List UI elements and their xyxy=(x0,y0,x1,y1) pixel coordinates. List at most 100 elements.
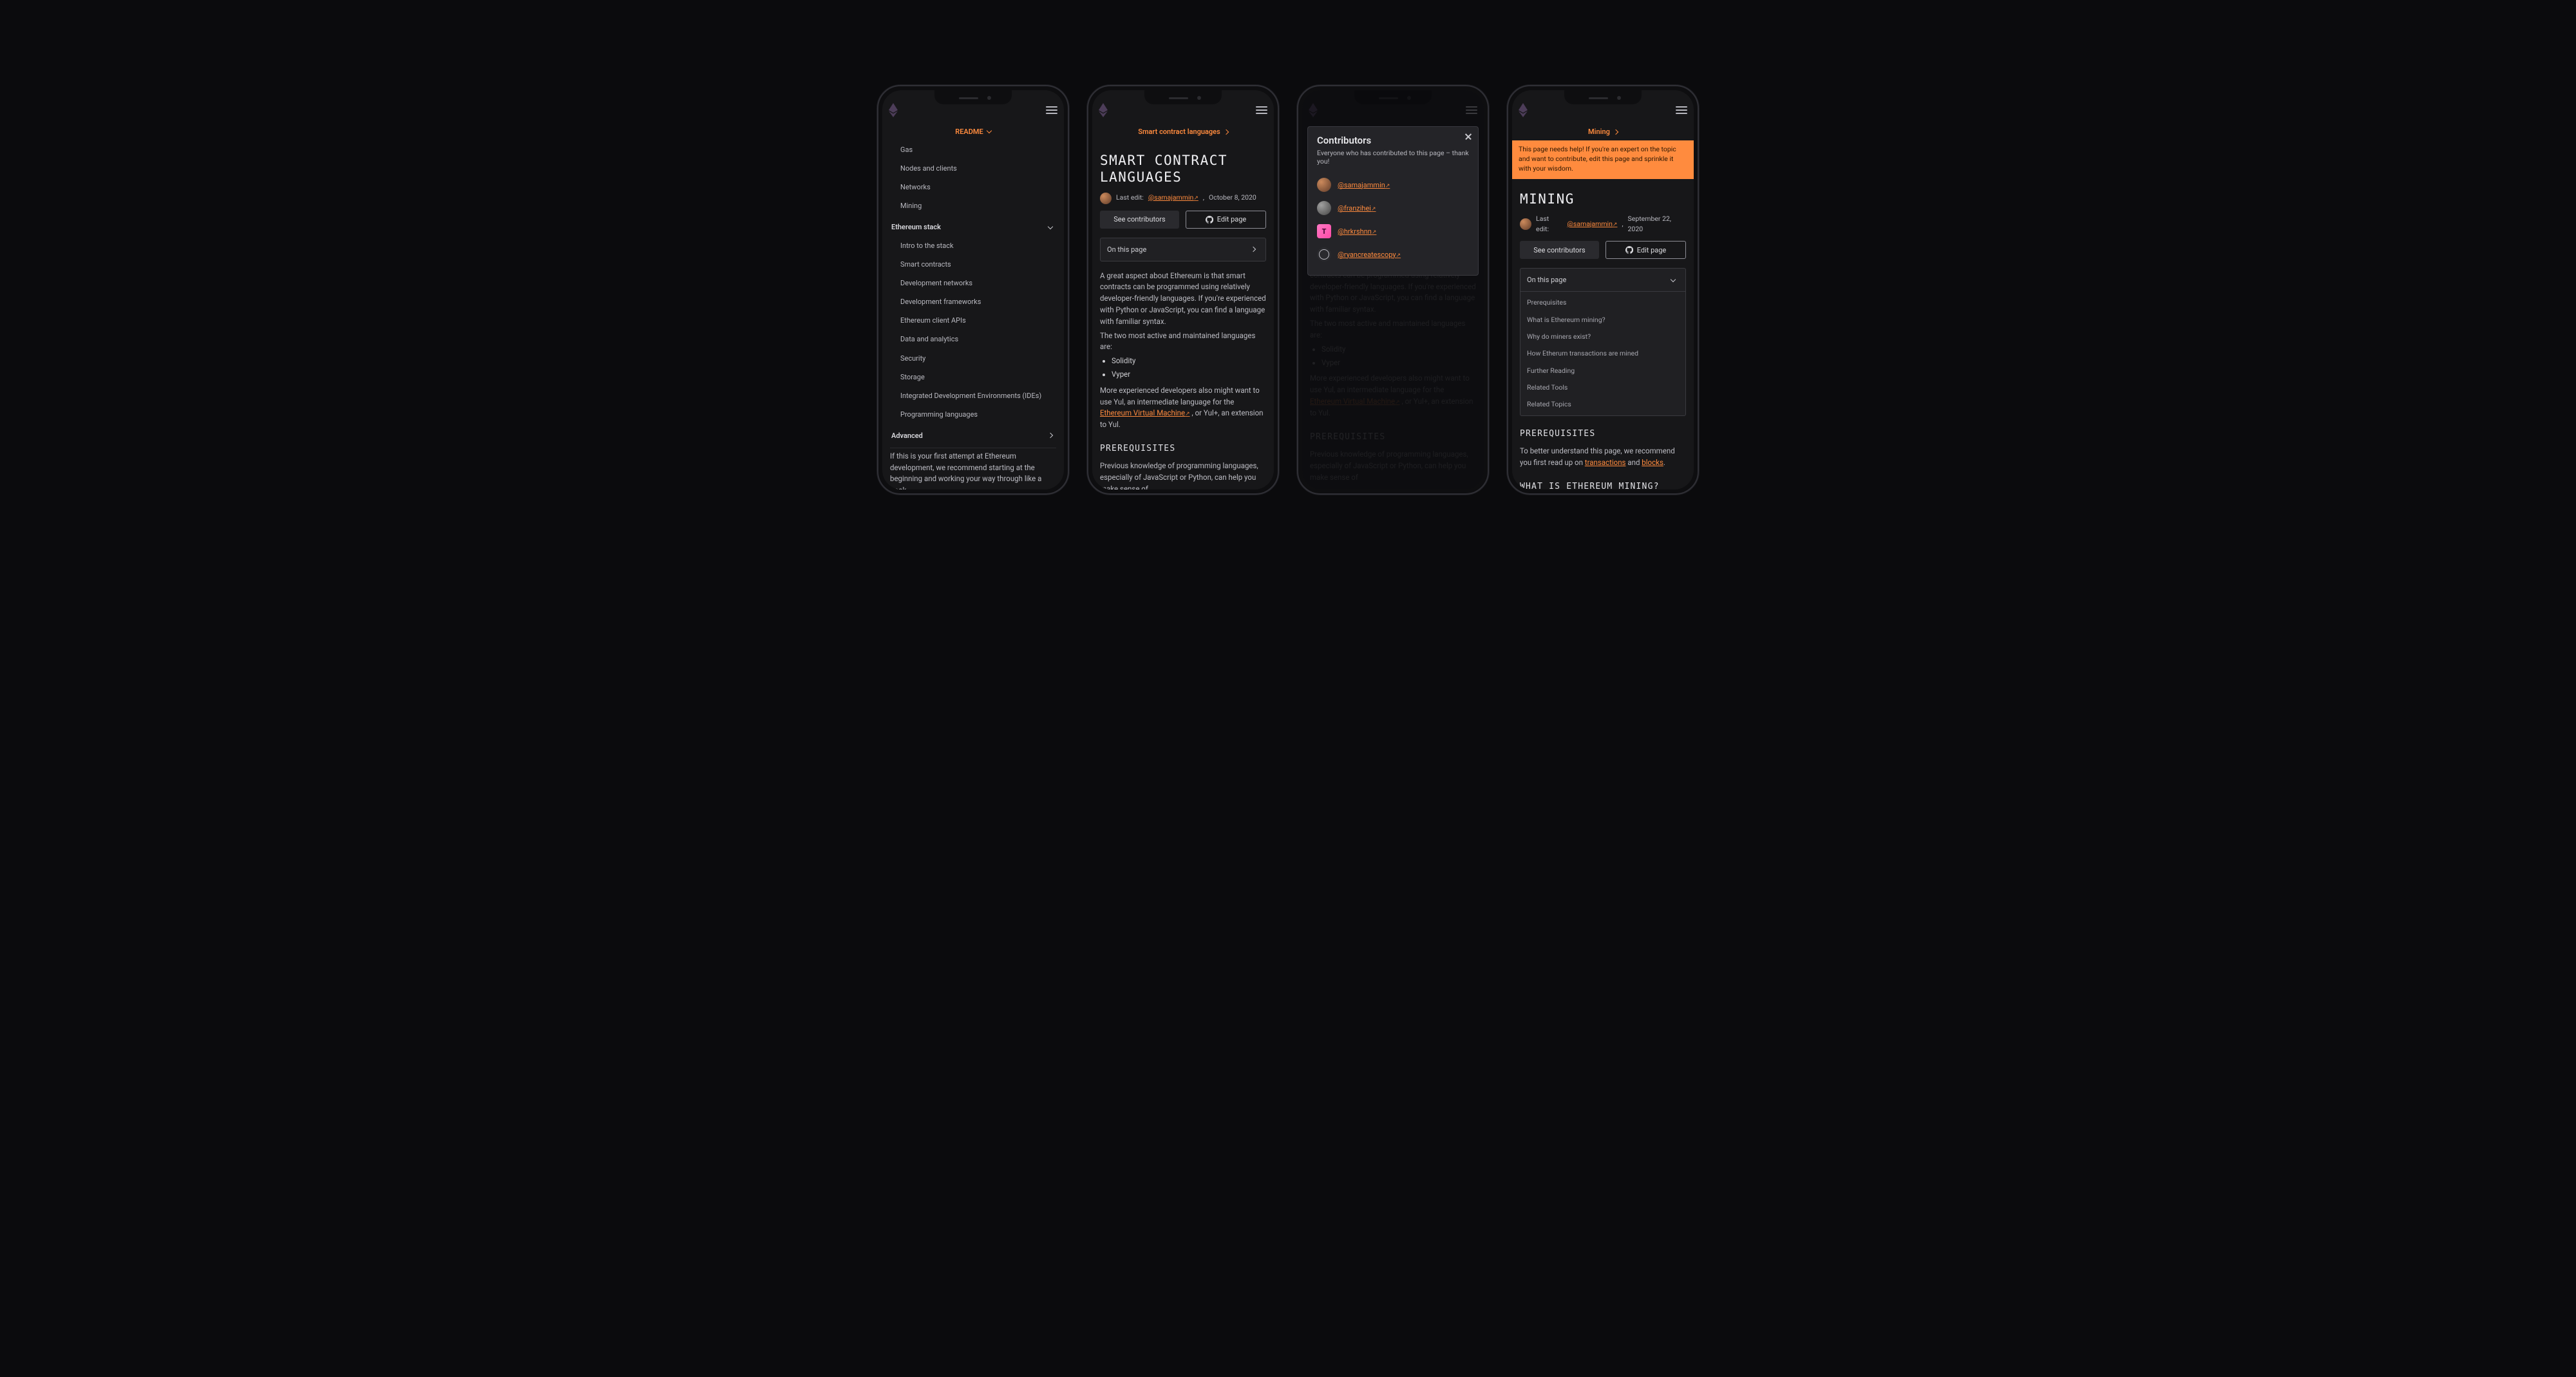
ethereum-logo-icon[interactable] xyxy=(889,103,898,117)
contributor-link[interactable]: @franzihei↗ xyxy=(1338,204,1376,213)
transactions-link[interactable]: transactions xyxy=(1585,458,1626,467)
toc[interactable]: On this page xyxy=(1100,238,1266,261)
nav-item[interactable]: Networks xyxy=(890,178,1056,196)
toc-item[interactable]: Related Tools xyxy=(1520,379,1685,396)
hamburger-menu-icon[interactable] xyxy=(1046,106,1057,114)
page-title: SMART CONTRACT LANGUAGES xyxy=(1100,152,1266,186)
blocks-link[interactable]: blocks xyxy=(1642,458,1663,467)
avatar xyxy=(1317,247,1331,261)
nav-item[interactable]: Development frameworks xyxy=(890,292,1056,311)
page-meta: Last edit: @samajammin↗ , September 22, … xyxy=(1520,214,1686,235)
editor-link[interactable]: @samajammin↗ xyxy=(1567,219,1617,230)
nav-item[interactable]: Gas xyxy=(890,140,1056,159)
hamburger-menu-icon[interactable] xyxy=(1256,106,1267,114)
external-link-icon: ↗ xyxy=(1385,183,1390,189)
toc-items: Prerequisites What is Ethereum mining? W… xyxy=(1520,291,1685,415)
nav-item[interactable]: Smart contracts xyxy=(890,255,1056,274)
nav-item[interactable]: Data and analytics xyxy=(890,330,1056,348)
hamburger-menu-icon[interactable] xyxy=(1676,106,1687,114)
intro-paragraph: If this is your first attempt at Ethereu… xyxy=(890,451,1056,489)
paragraph: Previous knowledge of programming langua… xyxy=(1100,461,1266,489)
editor-link[interactable]: @samajammin↗ xyxy=(1148,193,1198,204)
chevron-down-icon xyxy=(1671,277,1676,282)
modal-backdrop[interactable]: Contributors Everyone who has contribute… xyxy=(1302,90,1484,489)
contributors-modal: Contributors Everyone who has contribute… xyxy=(1307,126,1479,276)
avatar xyxy=(1317,178,1331,192)
breadcrumb[interactable]: Smart contract languages xyxy=(1092,122,1274,140)
breadcrumb[interactable]: README xyxy=(882,122,1064,140)
phone-frame-3: On this page A great aspect about Ethere… xyxy=(1297,85,1489,495)
github-icon xyxy=(1206,216,1213,223)
nav-item[interactable]: Development networks xyxy=(890,274,1056,292)
sidebar-nav: Gas Nodes and clients Networks Mining Et… xyxy=(890,140,1056,448)
toc-item[interactable]: Prerequisites xyxy=(1520,294,1685,311)
nav-item-label: Integrated Development Environments (IDE… xyxy=(900,390,1041,401)
contributor-link[interactable]: @hrkrshnn↗ xyxy=(1338,227,1376,236)
see-contributors-button[interactable]: See contributors xyxy=(1520,241,1599,259)
nav-item-label: Intro to the stack xyxy=(900,240,954,251)
list-item: Solidity xyxy=(1112,356,1266,367)
avatar xyxy=(1317,201,1331,215)
nav-group-advanced[interactable]: Advanced xyxy=(890,424,1056,445)
toc-label: On this page xyxy=(1527,274,1566,285)
nav-group-label: Ethereum stack xyxy=(891,222,941,233)
ethereum-logo-icon[interactable] xyxy=(1099,103,1108,117)
chevron-right-icon xyxy=(1613,129,1618,134)
nav-item[interactable]: Integrated Development Environments (IDE… xyxy=(890,386,1056,405)
see-contributors-button[interactable]: See contributors xyxy=(1100,211,1179,229)
nav-item[interactable]: Mining xyxy=(890,196,1056,215)
nav-item-label: Security xyxy=(900,353,925,364)
button-label: Edit page xyxy=(1217,214,1247,225)
contributor-row: @ryancreatescopy↗ xyxy=(1317,243,1469,266)
device-notch xyxy=(934,90,1012,104)
nav-item-label: Development networks xyxy=(900,278,972,289)
breadcrumb[interactable]: Mining xyxy=(1512,122,1694,140)
toc-item[interactable]: How Etherum transactions are mined xyxy=(1520,345,1685,362)
evm-link[interactable]: Ethereum Virtual Machine↗ xyxy=(1100,408,1190,417)
chevron-right-icon xyxy=(1251,247,1256,252)
section-heading-what-is: WHAT IS ETHEREUM MINING? xyxy=(1520,480,1686,489)
toc-item[interactable]: Related Topics xyxy=(1520,396,1685,413)
last-edit-label: Last edit: xyxy=(1536,214,1562,235)
contributor-link[interactable]: @samajammin↗ xyxy=(1338,181,1390,189)
paragraph: The two most active and maintained langu… xyxy=(1100,330,1266,354)
nav-item[interactable]: Nodes and clients xyxy=(890,159,1056,178)
nav-item[interactable]: Security xyxy=(890,349,1056,368)
nav-group-ethereum-stack[interactable]: Ethereum stack xyxy=(890,215,1056,236)
avatar xyxy=(1100,193,1112,204)
external-link-icon: ↗ xyxy=(1185,411,1190,417)
device-notch xyxy=(1144,90,1222,104)
toc-item[interactable]: Further Reading xyxy=(1520,363,1685,379)
avatar xyxy=(1317,224,1331,238)
breadcrumb-label: Mining xyxy=(1588,128,1610,136)
phone-frame-4: Mining This page needs help! If you're a… xyxy=(1507,85,1699,495)
page-meta: Last edit: @samajammin↗ , October 8, 202… xyxy=(1100,193,1266,204)
contributor-link[interactable]: @ryancreatescopy↗ xyxy=(1338,251,1401,259)
nav-item-label: Development frameworks xyxy=(900,296,981,307)
contributor-row: @hrkrshnn↗ xyxy=(1317,220,1469,243)
nav-item-label: Gas xyxy=(900,144,913,155)
edit-date: October 8, 2020 xyxy=(1209,193,1256,203)
toc-expanded[interactable]: On this page Prerequisites What is Ether… xyxy=(1520,268,1686,416)
nav-item[interactable]: Ethereum client APIs xyxy=(890,311,1056,330)
meta-comma: , xyxy=(1622,219,1623,229)
nav-item[interactable]: Intro to the stack xyxy=(890,236,1056,255)
nav-item-label: Programming languages xyxy=(900,409,978,420)
language-list: Solidity Vyper xyxy=(1100,356,1266,381)
nav-item[interactable]: Programming languages xyxy=(890,405,1056,424)
breadcrumb-label: Smart contract languages xyxy=(1138,128,1220,136)
list-item: Vyper xyxy=(1112,369,1266,381)
edit-page-button[interactable]: Edit page xyxy=(1605,241,1686,259)
close-icon[interactable] xyxy=(1464,132,1473,141)
avatar xyxy=(1520,218,1531,230)
ethereum-logo-icon[interactable] xyxy=(1519,103,1528,117)
external-link-icon: ↗ xyxy=(1396,252,1401,259)
nav-item-label: Ethereum client APIs xyxy=(900,315,966,326)
nav-item[interactable]: Storage xyxy=(890,368,1056,386)
toc-item[interactable]: Why do miners exist? xyxy=(1520,328,1685,345)
nav-item-label: Smart contracts xyxy=(900,259,951,270)
meta-comma: , xyxy=(1203,193,1204,203)
button-label: Edit page xyxy=(1637,245,1667,256)
edit-page-button[interactable]: Edit page xyxy=(1186,211,1266,229)
toc-item[interactable]: What is Ethereum mining? xyxy=(1520,312,1685,328)
